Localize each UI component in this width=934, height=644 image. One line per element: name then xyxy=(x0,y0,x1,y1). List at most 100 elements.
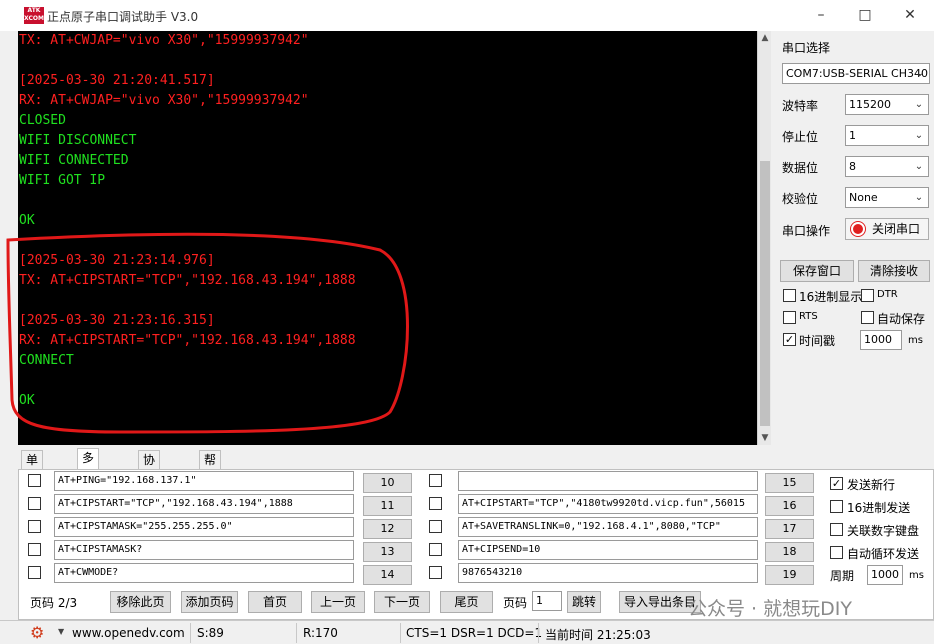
first-page-button[interactable]: 首页 xyxy=(248,591,302,613)
row-checkbox[interactable] xyxy=(28,543,41,556)
row-checkbox[interactable] xyxy=(28,520,41,533)
website-link[interactable]: www.openedv.com xyxy=(72,626,185,640)
app-logo: ATK XCOM xyxy=(24,7,44,24)
terminal-line: [2025-03-30 21:23:16.315] xyxy=(19,313,215,328)
dtr-label: DTR xyxy=(877,289,898,300)
terminal-line: RX: AT+CWJAP="vivo X30","15999937942" xyxy=(19,93,309,108)
terminal-scrollbar[interactable]: ▲ ▼ xyxy=(757,31,771,445)
parity-select[interactable]: None ⌄ xyxy=(845,187,929,208)
command-input[interactable]: AT+SAVETRANSLINK=0,"192.168.4.1",8080,"T… xyxy=(458,517,758,537)
remove-page-button[interactable]: 移除此页 xyxy=(110,591,171,613)
terminal-line: CLOSED xyxy=(19,113,66,128)
command-input[interactable]: 9876543210 xyxy=(458,563,758,583)
period-unit: ms xyxy=(909,570,924,581)
tab-multi-send[interactable]: 多条发送 xyxy=(77,448,100,519)
send-row-button[interactable]: 19 xyxy=(765,565,814,585)
autosave-label: 自动保存 xyxy=(877,312,926,326)
command-input[interactable]: AT+CIPSTART="TCP","192.168.43.194",1888 xyxy=(54,494,354,514)
row-checkbox[interactable] xyxy=(429,543,442,556)
send-row-button[interactable]: 17 xyxy=(765,519,814,539)
terminal-line: CONNECT xyxy=(19,353,74,368)
command-input[interactable] xyxy=(458,471,758,491)
send-row-button[interactable]: 15 xyxy=(765,473,814,493)
page-input-label: 页码 xyxy=(503,596,528,610)
send-row-button[interactable]: 14 xyxy=(363,565,412,585)
link-keypad-checkbox[interactable] xyxy=(830,523,843,536)
stop-bits-select[interactable]: 1 ⌄ xyxy=(845,125,929,146)
close-icon[interactable]: ✕ xyxy=(901,6,919,24)
send-newline-label: 发送新行 xyxy=(847,478,896,492)
chevron-down-icon: ⌄ xyxy=(915,68,925,79)
window-title: 正点原子串口调试助手 V3.0 xyxy=(47,10,199,24)
prev-page-button[interactable]: 上一页 xyxy=(311,591,365,613)
send-row-button[interactable]: 10 xyxy=(363,473,412,493)
data-bits-select[interactable]: 8 ⌄ xyxy=(845,156,929,177)
link-keypad-label: 关联数字键盘 xyxy=(847,524,920,538)
jump-button[interactable]: 跳转 xyxy=(567,591,601,613)
auto-loop-checkbox[interactable] xyxy=(830,546,843,559)
receive-terminal[interactable]: TX: AT+CWJAP="vivo X30","15999937942" [20… xyxy=(18,31,757,445)
scroll-up-icon[interactable]: ▲ xyxy=(758,31,772,45)
add-page-button[interactable]: 添加页码 xyxy=(181,591,238,613)
send-row-button[interactable]: 18 xyxy=(765,542,814,562)
port-select[interactable]: COM7:USB-SERIAL CH340 ⌄ xyxy=(782,63,930,84)
dtr-checkbox[interactable] xyxy=(861,289,874,302)
send-newline-checkbox[interactable]: ✓ xyxy=(830,477,843,490)
autosave-checkbox[interactable] xyxy=(861,311,874,324)
command-input[interactable]: AT+CIPSTART="TCP","4180tw9920td.vicp.fun… xyxy=(458,494,758,514)
rts-checkbox[interactable] xyxy=(783,311,796,324)
terminal-line: WIFI DISCONNECT xyxy=(19,133,137,148)
scroll-thumb[interactable] xyxy=(760,161,770,426)
send-row-button[interactable]: 12 xyxy=(363,519,412,539)
terminal-line: OK xyxy=(19,393,35,408)
command-input[interactable]: AT+CWMODE? xyxy=(54,563,354,583)
command-input[interactable]: AT+CIPSEND=10 xyxy=(458,540,758,560)
received-count: R:170 xyxy=(303,626,338,640)
timestamp-interval-input[interactable]: 1000 xyxy=(860,330,902,350)
tab-protocol[interactable]: 协议传输 xyxy=(138,450,161,521)
hex-send-checkbox[interactable] xyxy=(830,500,843,513)
period-input[interactable]: 1000 xyxy=(867,565,903,585)
send-row-button[interactable]: 16 xyxy=(765,496,814,516)
gear-icon[interactable]: ⚙ xyxy=(30,623,44,642)
terminal-line: WIFI CONNECTED xyxy=(19,153,129,168)
row-checkbox[interactable] xyxy=(429,497,442,510)
row-checkbox[interactable] xyxy=(28,566,41,579)
last-page-button[interactable]: 尾页 xyxy=(440,591,493,613)
period-label: 周期 xyxy=(830,569,855,583)
command-input[interactable]: AT+PING="192.168.137.1" xyxy=(54,471,354,491)
close-port-button[interactable]: 关闭串口 xyxy=(845,218,929,240)
send-row-button[interactable]: 13 xyxy=(363,542,412,562)
scroll-down-icon[interactable]: ▼ xyxy=(758,431,772,445)
terminal-line: OK xyxy=(19,213,35,228)
page-input[interactable]: 1 xyxy=(532,591,562,611)
clear-receive-button[interactable]: 清除接收 xyxy=(858,260,930,282)
command-input[interactable]: AT+CIPSTAMASK="255.255.255.0" xyxy=(54,517,354,537)
tab-help[interactable]: 帮助 xyxy=(199,450,222,485)
row-checkbox[interactable] xyxy=(429,520,442,533)
app-window: ATK XCOM 正点原子串口调试助手 V3.0 – □ ✕ TX: AT+CWJ… xyxy=(0,0,934,644)
row-checkbox[interactable] xyxy=(28,474,41,487)
baud-select[interactable]: 115200 ⌄ xyxy=(845,94,929,115)
command-input[interactable]: AT+CIPSTAMASK? xyxy=(54,540,354,560)
save-window-button[interactable]: 保存窗口 xyxy=(780,260,854,282)
terminal-line: RX: AT+CIPSTART="TCP","192.168.43.194",1… xyxy=(19,333,356,348)
minimize-icon[interactable]: – xyxy=(812,6,830,24)
send-row-button[interactable]: 11 xyxy=(363,496,412,516)
maximize-icon[interactable]: □ xyxy=(856,6,874,24)
row-checkbox[interactable] xyxy=(429,474,442,487)
next-page-button[interactable]: 下一页 xyxy=(374,591,430,613)
hex-display-checkbox[interactable] xyxy=(783,289,796,302)
dropdown-arrow-icon[interactable]: ▼ xyxy=(58,627,64,636)
timestamp-checkbox[interactable]: ✓ xyxy=(783,333,796,346)
row-checkbox[interactable] xyxy=(28,497,41,510)
row-checkbox[interactable] xyxy=(429,566,442,579)
chevron-down-icon: ⌄ xyxy=(914,192,924,203)
hex-send-label: 16进制发送 xyxy=(847,501,911,515)
auto-loop-label: 自动循环发送 xyxy=(847,547,920,561)
terminal-line: TX: AT+CWJAP="vivo X30","15999937942" xyxy=(19,33,309,48)
timestamp-unit: ms xyxy=(908,335,923,346)
tab-single-send[interactable]: 单条发送 xyxy=(21,450,44,521)
chevron-down-icon: ⌄ xyxy=(914,161,924,172)
